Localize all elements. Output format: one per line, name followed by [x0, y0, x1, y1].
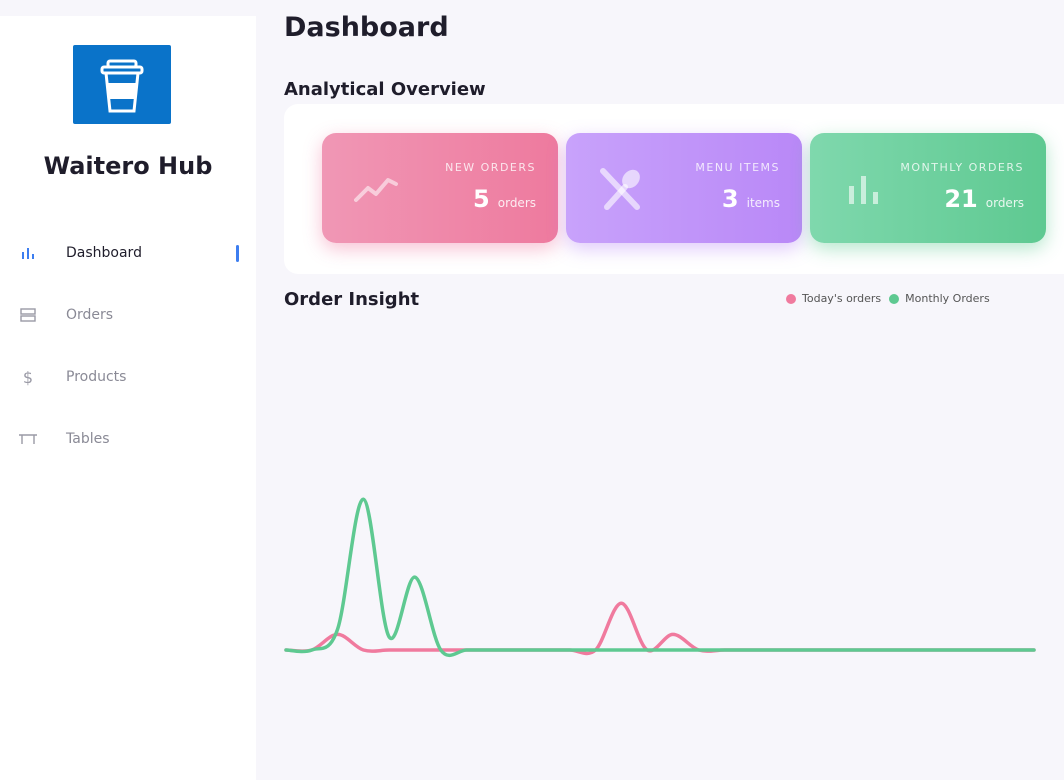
bar-chart-icon — [18, 243, 38, 263]
dollar-icon: $ — [22, 367, 34, 387]
sidebar-item-products[interactable]: $ Products — [0, 346, 256, 408]
legend-item-today[interactable]: Today's orders — [786, 292, 881, 305]
card-title: NEW ORDERS — [445, 161, 536, 174]
sidebar: Waitero Hub Dashboard Orders $ Products … — [0, 16, 256, 780]
sidebar-item-dashboard[interactable]: Dashboard — [0, 222, 256, 284]
cutlery-icon — [596, 167, 646, 211]
menu-items-card[interactable]: MENU ITEMS 3 items — [566, 133, 802, 243]
trend-line-icon — [352, 167, 402, 211]
card-value: 5 orders — [473, 185, 536, 213]
monthly-orders-card[interactable]: MONTHLY ORDERS 21 orders — [810, 133, 1046, 243]
card-title: MENU ITEMS — [695, 161, 780, 174]
bar-chart-icon — [840, 167, 890, 211]
card-number: 3 — [721, 185, 739, 213]
sidebar-item-tables[interactable]: Tables — [0, 408, 256, 470]
coffee-cup-icon — [100, 59, 144, 112]
series-line-monthly-orders — [284, 497, 1036, 658]
card-value: 21 orders — [944, 185, 1024, 213]
card-value: 3 items — [722, 185, 780, 213]
card-unit: orders — [497, 196, 536, 210]
card-unit: orders — [985, 196, 1024, 210]
sidebar-item-label: Tables — [66, 431, 110, 447]
insight-title: Order Insight — [284, 289, 420, 310]
table-icon — [18, 429, 38, 449]
sidebar-item-label: Dashboard — [66, 245, 142, 261]
active-indicator — [236, 244, 239, 262]
sidebar-nav: Dashboard Orders $ Products Tables — [0, 222, 256, 470]
order-insight-chart — [284, 497, 1036, 658]
sidebar-item-orders[interactable]: Orders — [0, 284, 256, 346]
new-orders-card[interactable]: NEW ORDERS 5 orders — [322, 133, 558, 243]
legend-item-monthly[interactable]: Monthly Orders — [889, 292, 990, 305]
chart-legend: Today's orders Monthly Orders — [786, 292, 990, 305]
overview-title: Analytical Overview — [284, 79, 486, 100]
card-unit: items — [746, 196, 780, 210]
legend-label: Monthly Orders — [905, 292, 990, 305]
legend-label: Today's orders — [802, 292, 882, 305]
app-name: Waitero Hub — [43, 152, 213, 180]
sidebar-item-label: Orders — [66, 307, 114, 323]
app-logo — [73, 45, 171, 124]
rows-icon — [18, 305, 38, 325]
card-number: 5 — [473, 185, 490, 213]
card-title: MONTHLY ORDERS — [900, 161, 1024, 174]
sidebar-item-label: Products — [66, 369, 127, 385]
legend-dot — [889, 293, 900, 304]
legend-dot — [786, 293, 796, 304]
page-title: Dashboard — [284, 12, 449, 43]
card-number: 21 — [944, 185, 978, 213]
